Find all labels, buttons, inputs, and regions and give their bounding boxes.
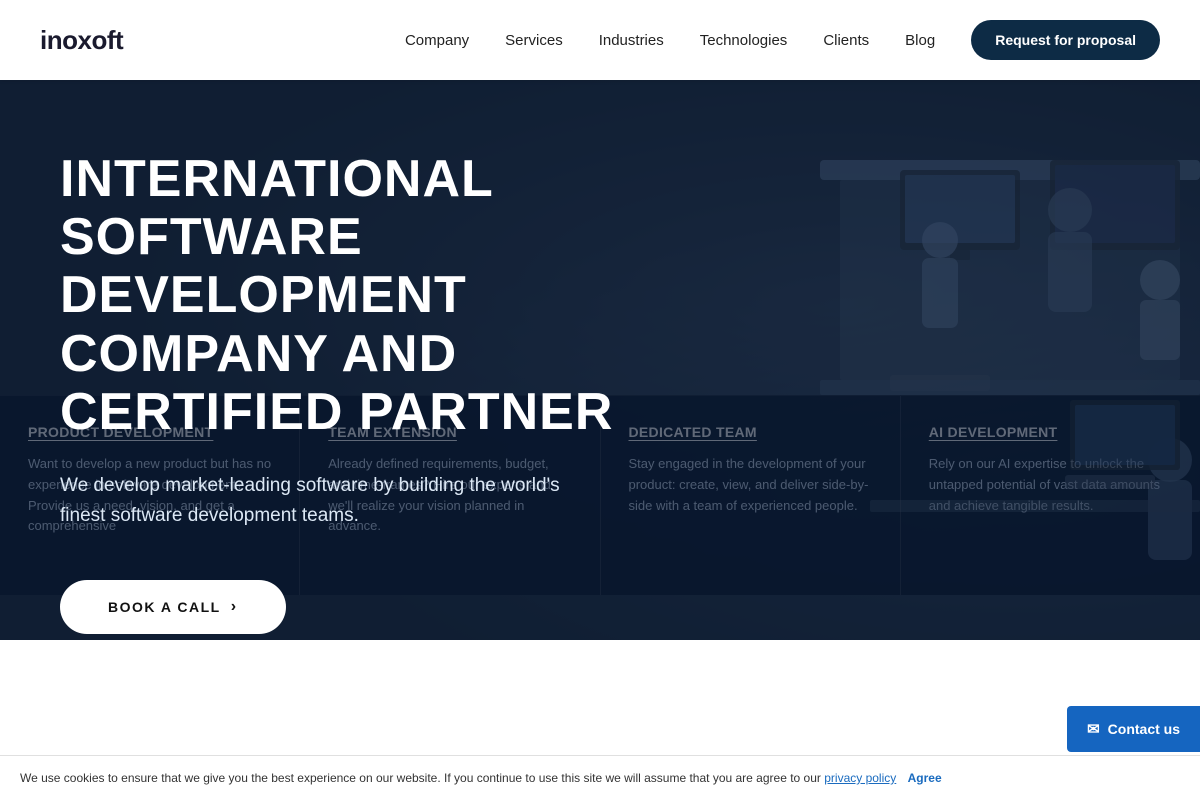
hero-content: INTERNATIONAL SOFTWARE DEVELOPMENT COMPA…	[0, 80, 700, 640]
cookie-text: We use cookies to ensure that we give yo…	[20, 771, 1180, 785]
book-call-label: BOOK A CALL	[108, 599, 221, 615]
nav-industries[interactable]: Industries	[599, 32, 664, 49]
envelope-icon: ✉	[1087, 720, 1100, 738]
book-call-button[interactable]: BOOK A CALL ›	[60, 580, 286, 634]
book-call-arrow: ›	[231, 598, 238, 616]
hero-section: INTERNATIONAL SOFTWARE DEVELOPMENT COMPA…	[0, 80, 1200, 640]
logo[interactable]: inoxoft	[40, 25, 123, 56]
contact-us-label: Contact us	[1108, 721, 1180, 737]
hero-title: INTERNATIONAL SOFTWARE DEVELOPMENT COMPA…	[60, 150, 640, 441]
nav-services[interactable]: Services	[505, 32, 563, 49]
nav-company[interactable]: Company	[405, 32, 469, 49]
hero-subtitle: We develop market-leading software by bu…	[60, 471, 580, 530]
cookie-bar: We use cookies to ensure that we give yo…	[0, 755, 1200, 800]
nav-clients[interactable]: Clients	[823, 32, 869, 49]
request-proposal-button[interactable]: Request for proposal	[971, 20, 1160, 60]
header: inoxoft Company Services Industries Tech…	[0, 0, 1200, 80]
contact-us-float[interactable]: ✉ Contact us	[1067, 706, 1200, 752]
nav-blog[interactable]: Blog	[905, 32, 935, 49]
nav-technologies[interactable]: Technologies	[700, 32, 788, 49]
privacy-policy-link[interactable]: privacy policy	[824, 771, 896, 785]
nav: Company Services Industries Technologies…	[405, 20, 1160, 60]
cookie-agree-button[interactable]: Agree	[908, 771, 942, 785]
